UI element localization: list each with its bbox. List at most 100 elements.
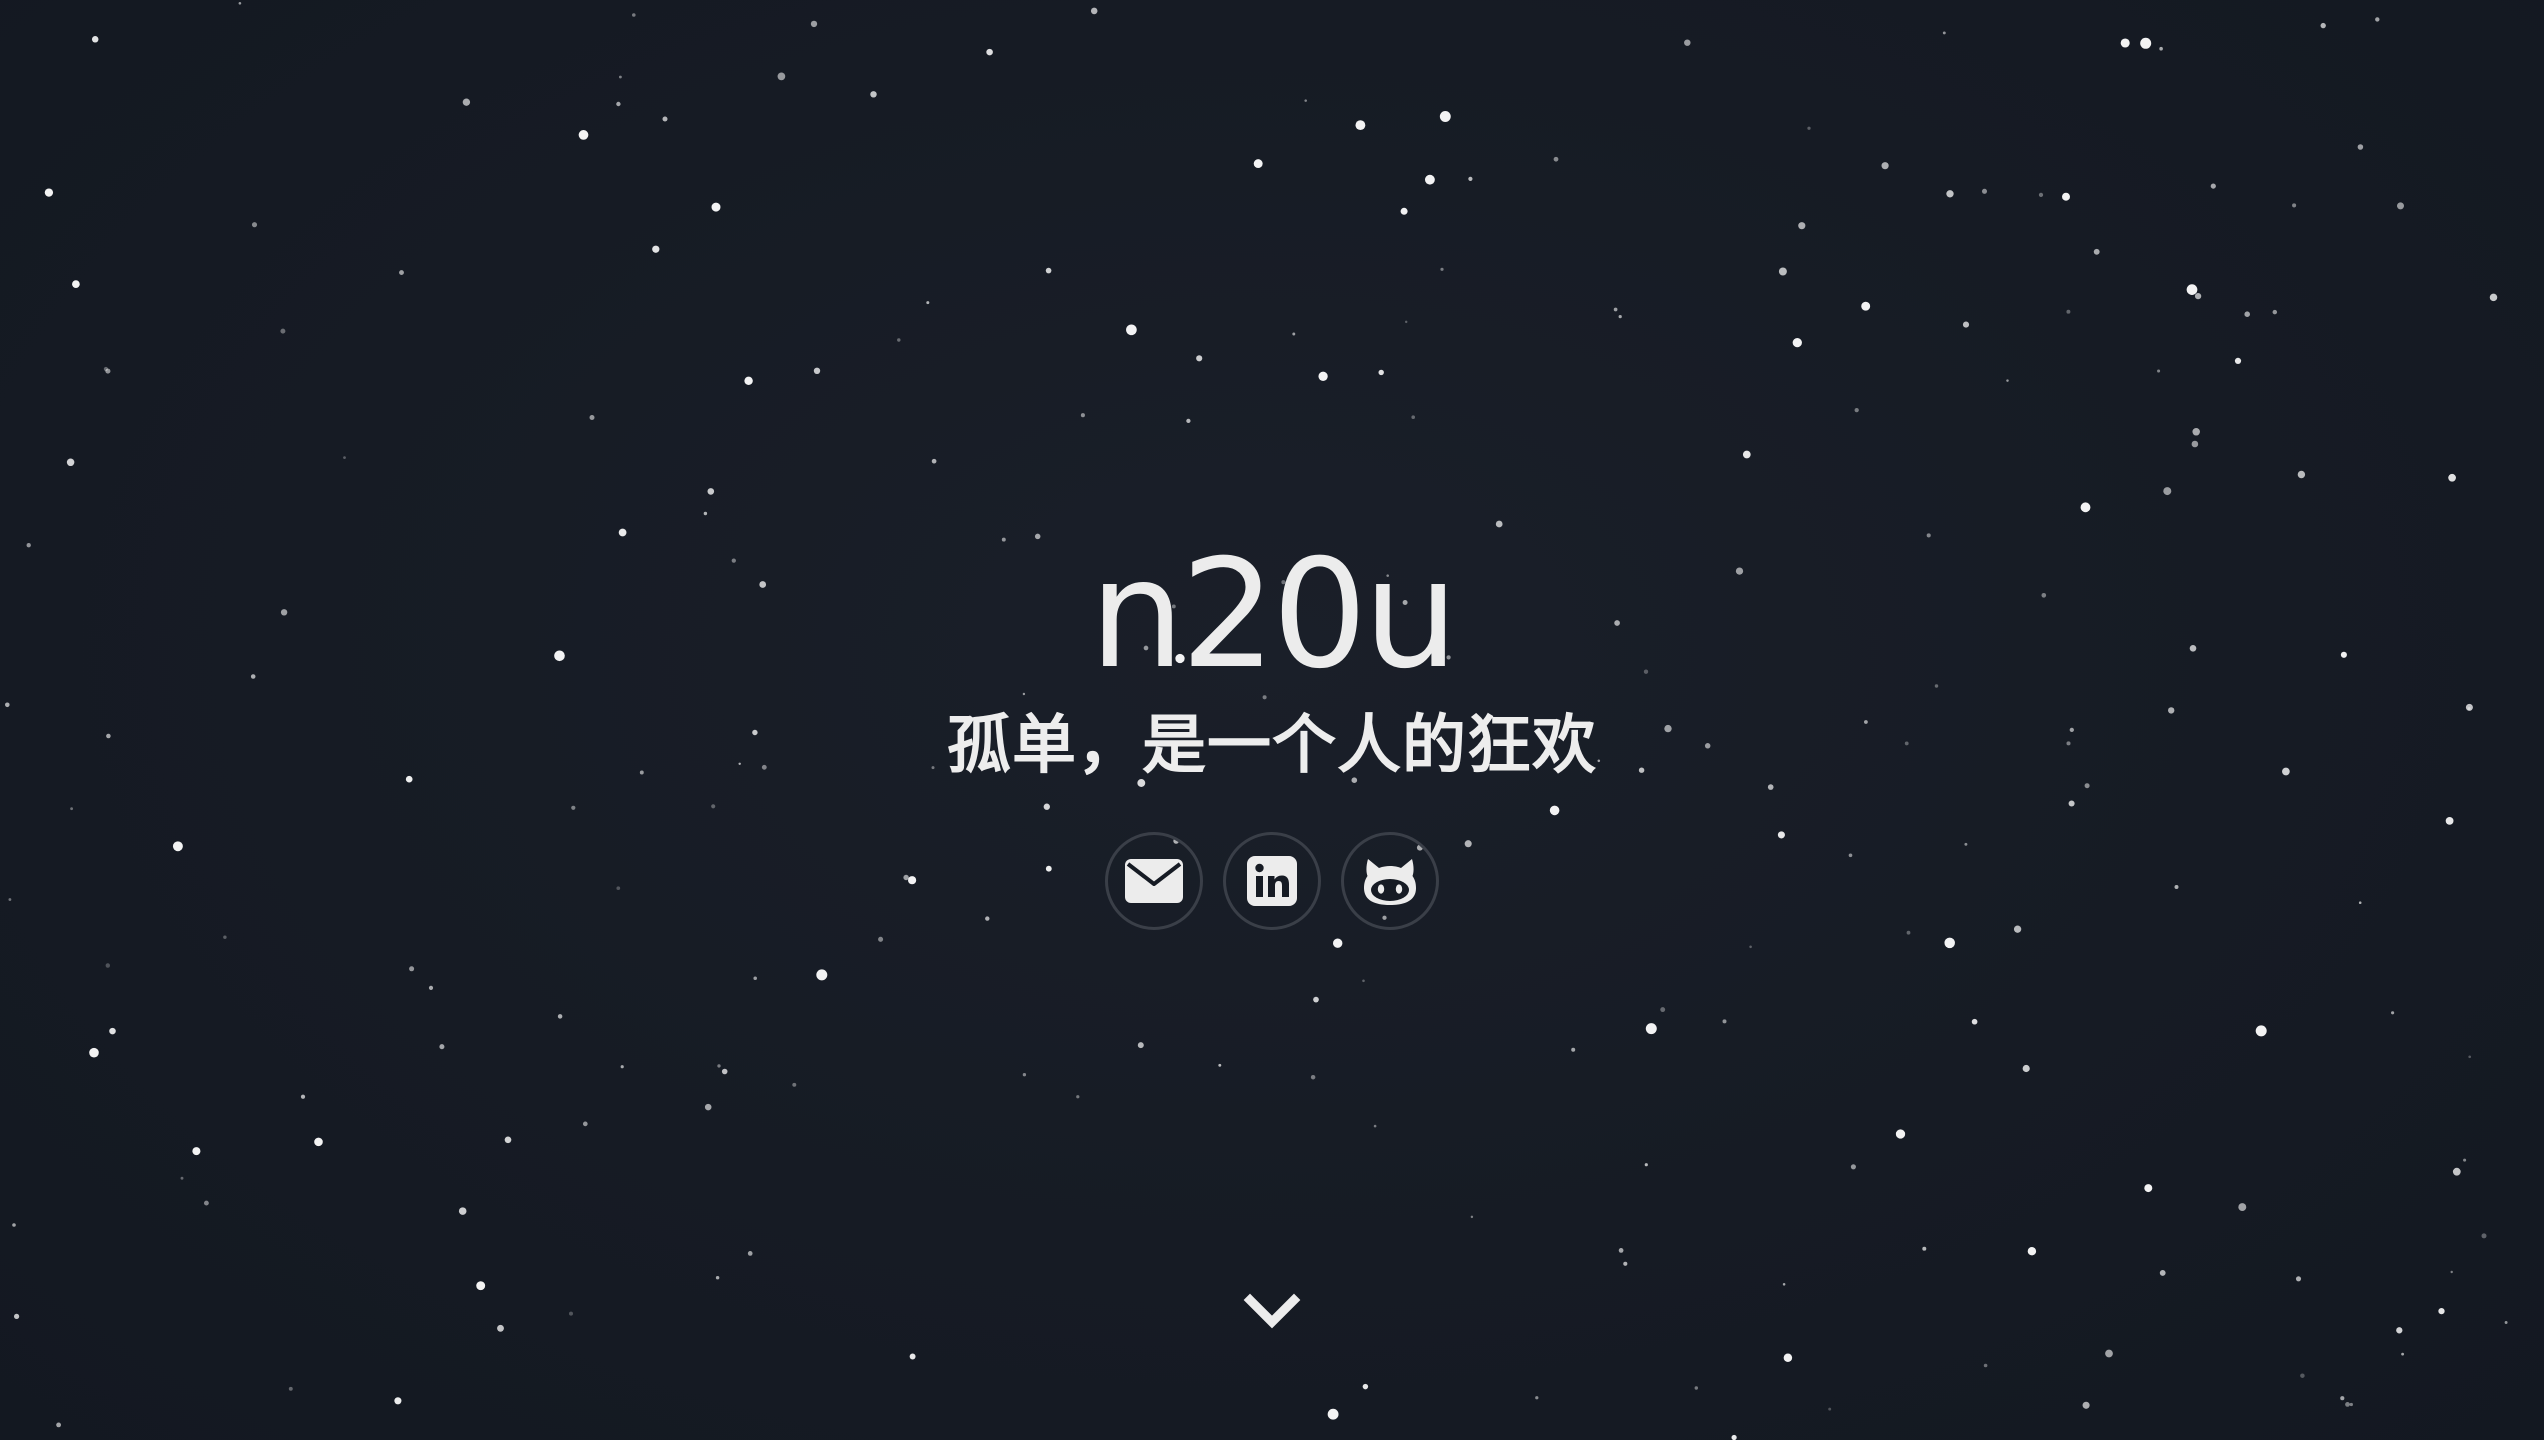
- github-button[interactable]: [1341, 832, 1439, 930]
- star: [44, 188, 54, 197]
- star: [203, 1200, 209, 1206]
- star: [2255, 1025, 2267, 1037]
- star: [557, 1014, 563, 1019]
- star: [1196, 355, 1203, 362]
- hero-text: n20u 孤单，是一个人的狂欢: [0, 540, 2544, 778]
- star: [1906, 930, 1911, 935]
- star: [1618, 314, 1622, 319]
- email-button[interactable]: [1105, 832, 1203, 930]
- star: [280, 328, 286, 334]
- star: [458, 1207, 467, 1215]
- star: [2272, 309, 2278, 315]
- star: [926, 301, 930, 305]
- star: [109, 1027, 116, 1035]
- star: [1926, 533, 1931, 538]
- star: [1749, 945, 1752, 949]
- star: [1535, 1396, 1539, 1400]
- star: [813, 367, 821, 374]
- star: [1850, 1164, 1856, 1170]
- star: [2357, 144, 2364, 150]
- star: [715, 1275, 720, 1280]
- envelope-icon: [1125, 859, 1183, 903]
- star: [2062, 192, 2070, 201]
- star: [2068, 800, 2075, 807]
- star: [2038, 192, 2044, 198]
- linkedin-button[interactable]: [1223, 832, 1321, 930]
- star: [652, 245, 660, 253]
- star: [462, 98, 471, 106]
- star: [1043, 803, 1050, 810]
- site-subtitle: 孤单，是一个人的狂欢: [947, 709, 1597, 783]
- star: [2448, 473, 2456, 482]
- star: [1644, 1163, 1648, 1167]
- star: [1362, 979, 1365, 983]
- hero-section: n20u 孤单，是一个人的狂欢: [0, 0, 2544, 1440]
- star: [2340, 1396, 2345, 1401]
- star: [223, 935, 227, 939]
- star: [1310, 1074, 1316, 1080]
- star: [1895, 1129, 1906, 1139]
- star: [2186, 284, 2198, 295]
- star: [2082, 1401, 2090, 1409]
- star: [2463, 1158, 2467, 1162]
- star: [1742, 450, 1751, 459]
- star: [569, 1311, 573, 1316]
- star: [1090, 7, 1098, 15]
- star: [711, 804, 716, 809]
- star: [314, 1137, 323, 1147]
- star: [439, 1044, 445, 1050]
- star: [2489, 293, 2498, 302]
- star: [1944, 937, 1955, 949]
- star: [571, 805, 576, 810]
- star: [1731, 1434, 1737, 1440]
- github-icon: [1364, 859, 1416, 905]
- star: [1983, 1363, 1988, 1368]
- star: [1861, 301, 1871, 311]
- star: [2481, 1233, 2487, 1239]
- star: [2238, 1203, 2247, 1212]
- star: [89, 1047, 99, 1058]
- star: [72, 280, 80, 288]
- star: [2438, 1307, 2445, 1315]
- star: [582, 1121, 588, 1127]
- star: [1400, 207, 1408, 215]
- star: [504, 1136, 512, 1144]
- star: [2320, 22, 2326, 29]
- star: [2192, 428, 2200, 436]
- star: [2084, 783, 2090, 789]
- star: [777, 72, 786, 81]
- star: [1126, 324, 1137, 336]
- star: [2163, 487, 2172, 496]
- star: [1798, 222, 1806, 230]
- star: [238, 1, 242, 5]
- star: [2027, 1246, 2037, 1256]
- star: [1792, 337, 1802, 348]
- site-title: n20u: [1089, 528, 1458, 702]
- star: [2349, 1402, 2353, 1407]
- star: [1783, 1353, 1793, 1363]
- star: [91, 36, 99, 43]
- star: [2159, 46, 2163, 51]
- star: [1034, 533, 1041, 540]
- star: [2140, 37, 2152, 49]
- star: [1333, 938, 1343, 948]
- star: [747, 1251, 753, 1256]
- star: [1981, 188, 1988, 194]
- star: [2157, 369, 2161, 373]
- chevron-down-icon[interactable]: [1242, 1290, 1302, 1334]
- star: [2295, 1276, 2302, 1282]
- star: [1571, 1047, 1576, 1052]
- star: [2391, 1011, 2395, 1015]
- star: [1313, 996, 1319, 1003]
- star: [1022, 1073, 1027, 1077]
- star: [180, 1176, 184, 1180]
- star: [1218, 1063, 1222, 1067]
- star: [1722, 1019, 1727, 1024]
- star: [1327, 1408, 1339, 1420]
- star: [618, 528, 627, 537]
- star: [105, 368, 111, 374]
- star: [2375, 17, 2380, 22]
- linkedin-icon: [1247, 856, 1297, 906]
- star: [703, 511, 708, 516]
- star: [986, 48, 993, 56]
